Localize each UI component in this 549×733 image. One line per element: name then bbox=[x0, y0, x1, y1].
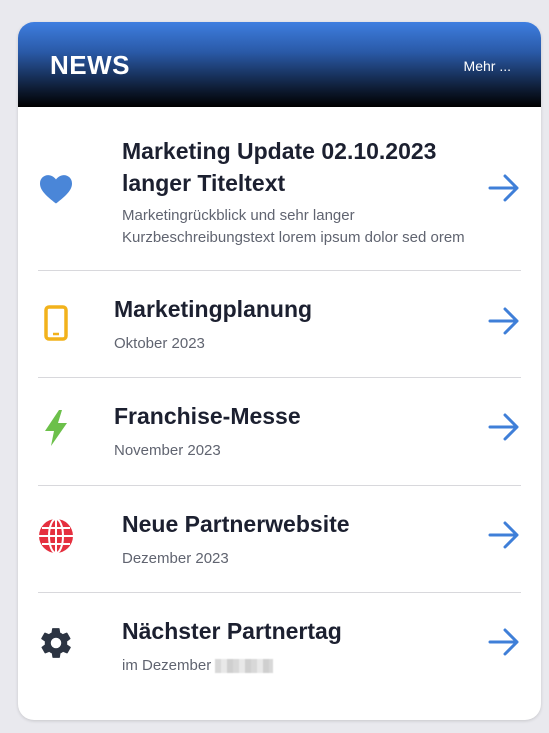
news-item-date: Oktober 2023 bbox=[114, 335, 205, 352]
news-title: NEWS bbox=[50, 50, 130, 80]
phone-icon bbox=[38, 305, 74, 341]
news-item-description: Marketingrückblick und sehr langer Kurzb… bbox=[122, 207, 465, 246]
news-item-date: November 2023 bbox=[114, 442, 221, 459]
news-item-title: Marketing Update 02.10.2023 langer Titel… bbox=[122, 138, 437, 196]
news-item-title: Nächster Partnertag bbox=[122, 618, 342, 644]
news-list: Marketing Update 02.10.2023 langer Titel… bbox=[18, 107, 541, 699]
news-header: NEWS Mehr ... bbox=[18, 22, 541, 107]
arrow-right-icon[interactable] bbox=[487, 625, 521, 659]
news-item-date: Dezember 2023 bbox=[122, 550, 229, 567]
gear-icon bbox=[38, 625, 74, 661]
news-item-partnerwebsite[interactable]: Neue Partnerwebsite Dezember 2023 bbox=[38, 486, 521, 593]
news-item-title: Neue Partnerwebsite bbox=[122, 511, 350, 537]
redacted-text bbox=[215, 659, 274, 674]
heart-icon bbox=[38, 171, 74, 207]
news-card: NEWS Mehr ... Marketing Update 02.10.202… bbox=[18, 22, 541, 720]
news-item-partnertag[interactable]: Nächster Partnertag im Dezember bbox=[38, 593, 521, 699]
arrow-right-icon[interactable] bbox=[487, 518, 521, 552]
more-link[interactable]: Mehr ... bbox=[464, 58, 511, 74]
news-item-marketing-update[interactable]: Marketing Update 02.10.2023 langer Titel… bbox=[38, 107, 521, 271]
arrow-right-icon[interactable] bbox=[487, 410, 521, 444]
news-item-marketingplanung[interactable]: Marketingplanung Oktober 2023 bbox=[38, 271, 521, 378]
news-item-title: Franchise-Messe bbox=[114, 403, 301, 429]
arrow-right-icon[interactable] bbox=[487, 304, 521, 338]
arrow-right-icon[interactable] bbox=[487, 171, 521, 205]
globe-icon bbox=[38, 518, 74, 554]
news-item-franchise-messe[interactable]: Franchise-Messe November 2023 bbox=[38, 378, 521, 486]
lightning-icon bbox=[38, 410, 74, 446]
news-item-date: im Dezember bbox=[122, 655, 274, 677]
news-item-title: Marketingplanung bbox=[114, 296, 313, 322]
